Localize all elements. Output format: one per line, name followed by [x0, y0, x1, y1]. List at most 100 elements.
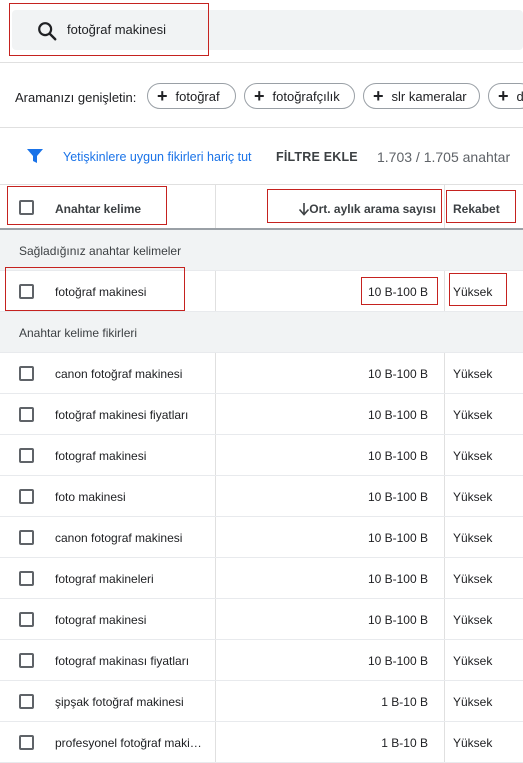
- row-checkbox[interactable]: [19, 653, 34, 668]
- column-divider: [215, 558, 216, 598]
- volume-cell: 10 B-100 B: [367, 572, 428, 586]
- competition-cell: Yüksek: [453, 367, 493, 381]
- column-divider: [215, 435, 216, 475]
- column-divider: [215, 271, 216, 311]
- competition-cell: Yüksek: [453, 695, 493, 709]
- exclude-adult-link[interactable]: Yetişkinlere uygun fikirleri hariç tut: [63, 150, 252, 164]
- plus-icon: +: [254, 86, 265, 106]
- volume-cell: 10 B-100 B: [367, 654, 428, 668]
- row-checkbox[interactable]: [19, 612, 34, 627]
- volume-cell: 1 B-10 B: [381, 736, 428, 750]
- row-checkbox[interactable]: [19, 284, 34, 299]
- keyword-cell: fotoğraf makinesi: [55, 285, 147, 299]
- table-row[interactable]: fotograf makinesi 10 B-100 B Yüksek: [0, 599, 523, 640]
- competition-cell: Yüksek: [453, 408, 493, 422]
- keyword-cell: fotograf makinesi: [55, 613, 147, 627]
- idea-rows: canon fotoğraf makinesi 10 B-100 B Yüksek f…: [0, 353, 523, 763]
- row-checkbox[interactable]: [19, 489, 34, 504]
- column-divider: [215, 681, 216, 721]
- section-provided: Sağladığınız anahtar kelimeler: [0, 230, 523, 271]
- column-divider: [215, 394, 216, 434]
- competition-cell: Yüksek: [453, 285, 493, 299]
- filter-icon[interactable]: [26, 147, 44, 165]
- plus-icon: +: [373, 86, 384, 106]
- section-label: Sağladığınız anahtar kelimeler: [19, 244, 182, 258]
- competition-cell: Yüksek: [453, 572, 493, 586]
- column-divider: [444, 476, 445, 516]
- volume-cell: 10 B-100 B: [367, 367, 428, 381]
- column-divider: [444, 394, 445, 434]
- row-checkbox[interactable]: [19, 407, 34, 422]
- row-checkbox[interactable]: [19, 694, 34, 709]
- keyword-cell: fotograf makinası fiyatları: [55, 654, 190, 668]
- row-checkbox[interactable]: [19, 366, 34, 381]
- volume-cell: 10 B-100 B: [367, 408, 428, 422]
- keyword-count: 1.703 / 1.705 anahtar: [377, 149, 511, 165]
- header-volume[interactable]: Ort. aylık arama sayısı: [309, 202, 436, 216]
- column-divider: [215, 640, 216, 680]
- keyword-cell: foto makinesi: [55, 490, 126, 504]
- row-checkbox[interactable]: [19, 448, 34, 463]
- broaden-chip[interactable]: + fotoğraf: [147, 83, 236, 109]
- keyword-cell: fotoğraf makinesi fiyatları: [55, 408, 189, 422]
- add-filter-button[interactable]: FİLTRE EKLE: [276, 150, 358, 164]
- keyword-cell: şipşak fotoğraf makinesi: [55, 695, 184, 709]
- keyword-cell: fotograf makineleri: [55, 572, 154, 586]
- volume-cell: 10 B-100 B: [367, 449, 428, 463]
- table-row[interactable]: şipşak fotoğraf makinesi 1 B-10 B Yüksek: [0, 681, 523, 722]
- volume-cell: 10 B-100 B: [367, 285, 428, 299]
- column-divider: [444, 353, 445, 393]
- broaden-chip[interactable]: + slr kameralar: [363, 83, 480, 109]
- select-all-checkbox[interactable]: [19, 200, 34, 215]
- row-checkbox[interactable]: [19, 571, 34, 586]
- column-divider: [444, 185, 445, 228]
- broaden-search-row: Aramanızı genişletin: + fotoğraf + fotoğra…: [0, 62, 523, 128]
- row-checkbox[interactable]: [19, 735, 34, 750]
- keyword-cell: fotograf makinesi: [55, 449, 147, 463]
- column-divider: [444, 271, 445, 311]
- column-divider: [444, 681, 445, 721]
- plus-icon: +: [498, 86, 509, 106]
- column-divider: [444, 558, 445, 598]
- header-keyword[interactable]: Anahtar kelime: [55, 202, 141, 216]
- volume-cell: 10 B-100 B: [367, 490, 428, 504]
- table-row[interactable]: fotograf makineleri 10 B-100 B Yüksek: [0, 558, 523, 599]
- table-row[interactable]: profesyonel fotoğraf makinesi 1 B-10 B Yük…: [0, 722, 523, 763]
- section-label: Anahtar kelime fikirleri: [19, 326, 138, 340]
- column-divider: [444, 722, 445, 762]
- volume-cell: 1 B-10 B: [381, 695, 428, 709]
- row-checkbox[interactable]: [19, 530, 34, 545]
- sort-down-arrow-icon[interactable]: [298, 202, 310, 216]
- competition-cell: Yüksek: [453, 736, 493, 750]
- table-row[interactable]: foto makinesi 10 B-100 B Yüksek: [0, 476, 523, 517]
- competition-cell: Yüksek: [453, 531, 493, 545]
- column-divider: [444, 640, 445, 680]
- competition-cell: Yüksek: [453, 449, 493, 463]
- broaden-label: Aramanızı genişletin:: [15, 90, 137, 105]
- filter-row: Yetişkinlere uygun fikirleri hariç tut F…: [0, 136, 523, 180]
- column-divider: [215, 722, 216, 762]
- keyword-cell: canon fotograf makinesi: [55, 531, 183, 545]
- table-row[interactable]: fotograf makinesi 10 B-100 B Yüksek: [0, 435, 523, 476]
- header-competition[interactable]: Rekabet: [453, 202, 500, 216]
- search-query[interactable]: fotoğraf makinesi: [67, 22, 166, 37]
- table-row[interactable]: fotograf makinası fiyatları 10 B-100 B Yük…: [0, 640, 523, 681]
- column-divider: [215, 476, 216, 516]
- keyword-cell: canon fotoğraf makinesi: [55, 367, 183, 381]
- column-divider: [215, 185, 216, 228]
- plus-icon: +: [157, 86, 168, 106]
- keyword-cell: profesyonel fotoğraf makinesi: [55, 736, 207, 750]
- table-row[interactable]: fotoğraf makinesi fiyatları 10 B-100 B Yük…: [0, 394, 523, 435]
- table-row[interactable]: canon fotoğraf makinesi 10 B-100 B Yüksek: [0, 353, 523, 394]
- section-ideas: Anahtar kelime fikirleri: [0, 312, 523, 353]
- table-row[interactable]: canon fotograf makinesi 10 B-100 B Yüksek: [0, 517, 523, 558]
- search-icon: [38, 22, 57, 41]
- column-divider: [215, 517, 216, 557]
- broaden-chip[interactable]: +d: [488, 83, 523, 109]
- broaden-chip[interactable]: + fotoğrafçılık: [244, 83, 355, 109]
- volume-cell: 10 B-100 B: [367, 531, 428, 545]
- column-divider: [444, 517, 445, 557]
- column-divider: [444, 599, 445, 639]
- table-header: Anahtar kelime Ort. aylık arama sayısı R…: [0, 184, 523, 230]
- table-row[interactable]: fotoğraf makinesi 10 B-100 B Yüksek: [0, 271, 523, 312]
